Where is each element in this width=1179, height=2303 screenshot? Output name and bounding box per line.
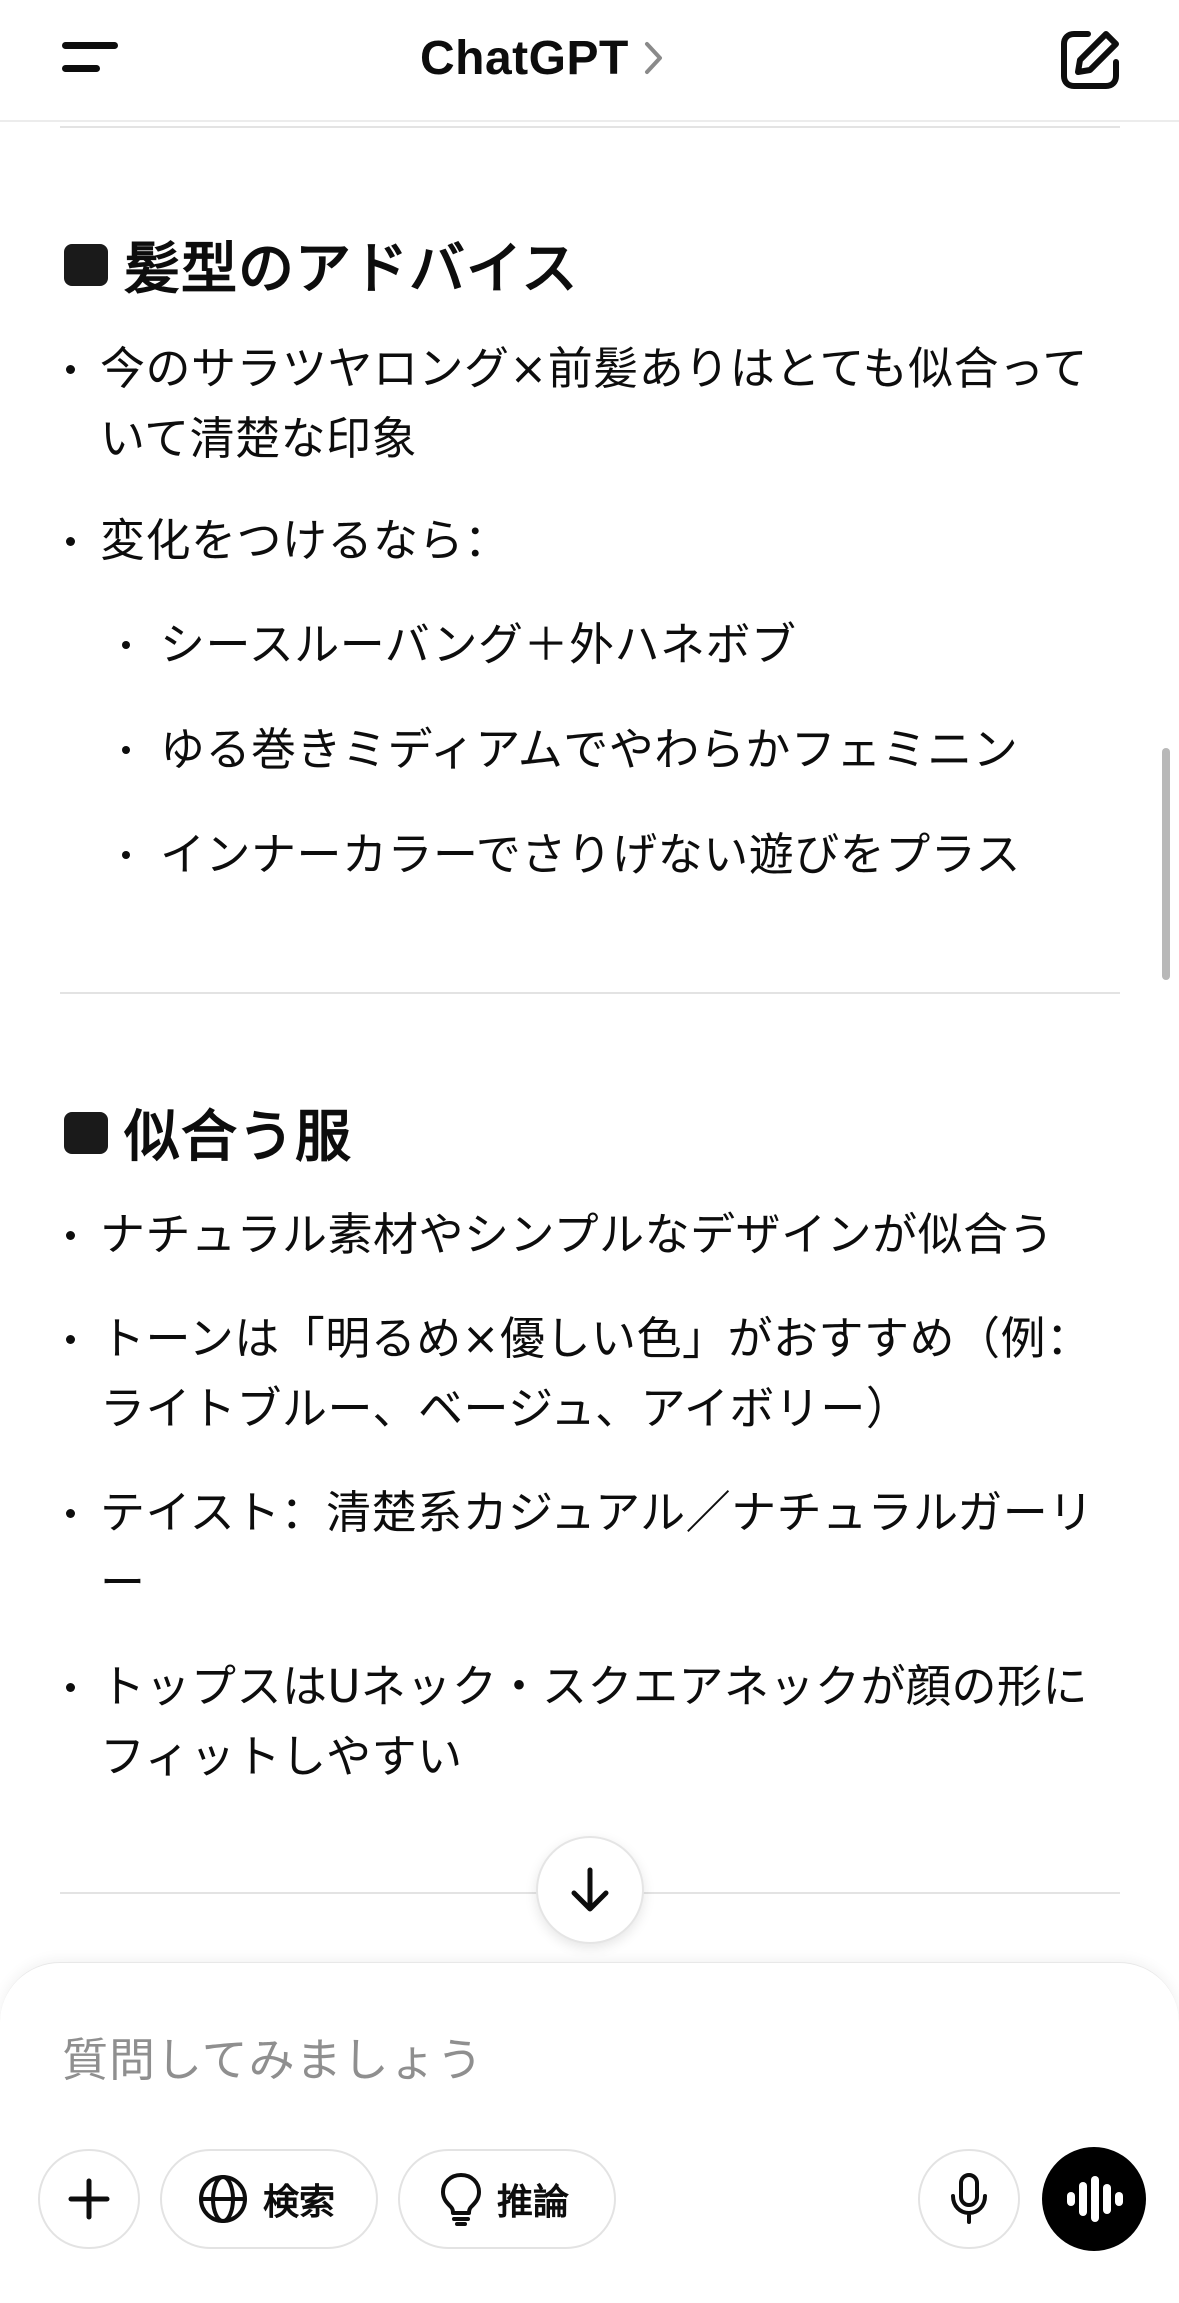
scrollbar-thumb[interactable]	[1162, 748, 1170, 980]
voice-waveform-icon	[1067, 2176, 1123, 2222]
microphone-icon	[951, 2173, 987, 2224]
arrow-down-icon	[571, 1867, 609, 1912]
lightbulb-icon	[440, 2173, 481, 2226]
sub-list-item: シースルーバング＋外ハネボブ	[122, 610, 1120, 680]
bullet-dot	[122, 851, 130, 859]
list-item-text: インナーカラーでさりげない遊びをプラス	[160, 828, 1021, 881]
plus-icon	[68, 2178, 110, 2220]
voice-mode-button[interactable]	[1042, 2147, 1146, 2251]
list-item: トーンは「明るめ×優しい色」がおすすめ（例：ライトブルー、ベージュ、アイボリー）	[66, 1304, 1110, 1444]
list-item-text: ゆる巻きミディアムでやわらかフェミニン	[160, 723, 1019, 776]
top-bar: ChatGPT	[0, 0, 1179, 122]
sub-list-item: インナーカラーでさりげない遊びをプラス	[122, 820, 1120, 890]
microphone-button[interactable]	[918, 2149, 1020, 2249]
bullet-dot	[122, 641, 130, 649]
model-selector[interactable]: ChatGPT	[420, 26, 665, 90]
attach-button[interactable]	[38, 2149, 140, 2249]
list-item: トップスはUネック・スクエアネックが顔の形にフィットしやすい	[66, 1652, 1110, 1792]
list-item: ナチュラル素材やシンプルなデザインが似合う	[66, 1200, 1110, 1270]
bullet-dot	[66, 1335, 75, 1344]
search-button[interactable]: 検索	[160, 2149, 378, 2249]
bullet-dot	[122, 746, 130, 754]
list-item: テイスト：清楚系カジュアル／ナチュラルガーリー	[66, 1478, 1110, 1618]
list-item: 今のサラツヤロング×前髪ありはとても似合っていて清楚な印象	[66, 334, 1110, 474]
list-item-text: 変化をつけるなら：	[100, 514, 510, 567]
square-bullet-icon	[64, 1111, 108, 1154]
bullet-dot	[66, 537, 75, 546]
section-heading: 髪型のアドバイス	[64, 224, 578, 305]
chat-screen: ChatGPT 髪型のアドバイス 今のサラツヤロング×前髪ありはとても似合ってい…	[0, 0, 1179, 2303]
scroll-to-bottom-button[interactable]	[536, 1836, 644, 1944]
sub-list-item: ゆる巻きミディアムでやわらかフェミニン	[122, 715, 1120, 785]
globe-icon	[198, 2175, 247, 2223]
divider	[60, 126, 1120, 128]
bullet-dot	[66, 1509, 75, 1518]
section-heading-text: 髪型のアドバイス	[124, 237, 579, 302]
list-item: 変化をつけるなら：	[66, 506, 1110, 576]
message-input[interactable]	[62, 2025, 1062, 2095]
composer: 検索 推論	[0, 1962, 1179, 2303]
menu-icon[interactable]	[58, 38, 122, 78]
list-item-text: テイスト：清楚系カジュアル／ナチュラルガーリー	[100, 1486, 1094, 1609]
divider	[60, 992, 1120, 994]
section-heading: 似合う服	[64, 1092, 352, 1173]
search-button-label: 検索	[262, 2182, 335, 2223]
list-item-text: 今のサラツヤロング×前髪ありはとても似合っていて清楚な印象	[100, 342, 1088, 465]
bullet-dot	[66, 1231, 75, 1240]
new-chat-icon[interactable]	[1058, 28, 1122, 92]
square-bullet-icon	[64, 243, 108, 286]
menu-bar-top	[62, 42, 118, 49]
reason-button-label: 推論	[496, 2182, 569, 2223]
list-item-text: ナチュラル素材やシンプルなデザインが似合う	[100, 1208, 1055, 1261]
list-item-text: トップスはUネック・スクエアネックが顔の形にフィットしやすい	[100, 1660, 1089, 1783]
bullet-dot	[66, 1683, 75, 1692]
list-item-text: トーンは「明るめ×優しい色」がおすすめ（例：ライトブルー、ベージュ、アイボリー）	[100, 1312, 1092, 1435]
menu-bar-bottom	[62, 65, 100, 72]
bullet-dot	[66, 365, 75, 374]
reason-button[interactable]: 推論	[398, 2149, 616, 2249]
section-heading-text: 似合う服	[124, 1105, 352, 1170]
app-title: ChatGPT	[420, 31, 629, 85]
list-item-text: シースルーバング＋外ハネボブ	[160, 618, 797, 671]
chevron-right-icon	[644, 42, 662, 74]
